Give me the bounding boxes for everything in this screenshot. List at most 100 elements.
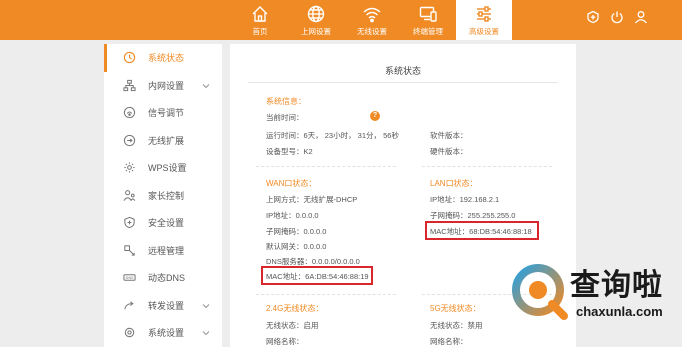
gear-icon bbox=[122, 161, 136, 175]
sidebar-item-ddns[interactable]: DNS 动态DNS bbox=[104, 264, 222, 292]
sidebar-item-remote-management[interactable]: 远程管理 bbox=[104, 237, 222, 265]
globe-icon bbox=[307, 5, 325, 23]
nav-wireless-label: 无线设置 bbox=[357, 27, 387, 36]
watermark-logo: 查询啦 chaxunla.com bbox=[508, 256, 678, 328]
wan-dns-label: DNS服务器： bbox=[266, 257, 312, 266]
sidebar-item-label: 无线扩展 bbox=[148, 135, 185, 146]
sidebar-item-label: 动态DNS bbox=[148, 273, 186, 284]
sidebar-item-label: 安全设置 bbox=[148, 218, 185, 229]
home-icon bbox=[252, 6, 268, 22]
wifi-5g-title: 5G无线状态： bbox=[430, 304, 481, 313]
sidebar-item-system-status[interactable]: 系统状态 bbox=[104, 44, 222, 72]
watermark-url: chaxunla.com bbox=[576, 304, 663, 319]
svg-text:DNS: DNS bbox=[125, 276, 134, 280]
wifi-24g-status-label: 无线状态： bbox=[266, 321, 304, 330]
sidebar-item-security[interactable]: 安全设置 bbox=[104, 209, 222, 237]
devices-icon bbox=[419, 6, 437, 22]
nav-device-management[interactable]: 终端管理 bbox=[400, 0, 456, 40]
sidebar-item-label: 信号调节 bbox=[148, 108, 185, 119]
divider bbox=[422, 166, 552, 167]
sidebar-item-label: 系统状态 bbox=[148, 53, 185, 64]
sliders-icon bbox=[477, 6, 491, 22]
wan-mask-value: 0.0.0.0 bbox=[303, 227, 327, 236]
divider bbox=[256, 166, 396, 167]
current-time-label: 当前时间： bbox=[266, 113, 304, 122]
lan-ip-value: 192.168.2.1 bbox=[459, 195, 500, 204]
uptime-label: 运行时间： bbox=[266, 131, 304, 140]
sidebar-item-label: 系统设置 bbox=[148, 328, 185, 339]
sidebar-item-wireless-extend[interactable]: 无线扩展 bbox=[104, 127, 222, 155]
wan-mac-highlight bbox=[261, 266, 373, 285]
sidebar-item-label: 远程管理 bbox=[148, 245, 185, 256]
nav-home[interactable]: 首页 bbox=[232, 0, 288, 40]
wan-dns-value: 0.0.0.0/0.0.0.0 bbox=[311, 257, 360, 266]
sidebar-item-label: WPS设置 bbox=[148, 163, 187, 174]
software-version-label: 软件版本： bbox=[430, 131, 468, 140]
model-value: K2 bbox=[303, 147, 313, 156]
add-circle-icon[interactable] bbox=[586, 10, 600, 24]
clock-icon bbox=[122, 51, 136, 65]
wan-mode-value: 无线扩展-DHCP bbox=[303, 195, 358, 204]
hardware-version-label: 硬件版本： bbox=[430, 147, 468, 156]
system-info-title: 系统信息： bbox=[266, 97, 306, 106]
user-icon[interactable] bbox=[634, 10, 648, 24]
wan-ip-row: IP地址：0.0.0.0 bbox=[266, 210, 319, 221]
top-right-actions bbox=[586, 10, 648, 24]
wan-mask-row: 子网掩码：0.0.0.0 bbox=[266, 226, 326, 237]
sidebar-item-signal-adjust[interactable]: 信号调节 bbox=[104, 99, 222, 127]
sidebar-item-system-settings[interactable]: 系统设置 bbox=[104, 319, 222, 347]
divider bbox=[248, 82, 558, 83]
shield-icon bbox=[122, 216, 136, 230]
nav-advanced-settings[interactable]: 高级设置 bbox=[456, 0, 512, 40]
nav-advanced-label: 高级设置 bbox=[469, 27, 499, 36]
divider bbox=[256, 294, 396, 295]
nav-home-label: 首页 bbox=[252, 27, 268, 36]
power-icon[interactable] bbox=[610, 10, 624, 24]
wan-status-title: WAN口状态： bbox=[266, 179, 317, 188]
sidebar-item-wps[interactable]: WPS设置 bbox=[104, 154, 222, 182]
network-icon bbox=[122, 78, 136, 92]
lan-ip-label: IP地址： bbox=[430, 195, 460, 204]
sidebar-item-label: 转发设置 bbox=[148, 300, 185, 311]
uptime-row: 运行时间：6天， 23小时， 31分， 56秒 bbox=[266, 130, 399, 141]
lan-mask-row: 子网掩码：255.255.255.0 bbox=[430, 210, 515, 221]
lan-status-title: LAN口状态： bbox=[430, 179, 478, 188]
wan-ip-label: IP地址： bbox=[266, 211, 296, 220]
sidebar-item-label: 内网设置 bbox=[148, 80, 185, 91]
nav-internet-settings[interactable]: 上网设置 bbox=[288, 0, 344, 40]
lan-mac-highlight bbox=[425, 221, 539, 240]
top-navigation-bar: 首页 上网设置 无线设置 终端管理 高级设置 bbox=[0, 0, 682, 40]
main-nav: 首页 上网设置 无线设置 终端管理 高级设置 bbox=[232, 0, 512, 40]
wifi-icon bbox=[363, 7, 381, 23]
wifi-24g-status-value: 启用 bbox=[303, 321, 319, 330]
watermark-text: 查询啦 bbox=[570, 268, 663, 303]
lan-mask-label: 子网掩码： bbox=[430, 211, 468, 220]
wan-gateway-value: 0.0.0.0 bbox=[303, 242, 327, 251]
sidebar-item-forwarding[interactable]: 转发设置 bbox=[104, 292, 222, 320]
chevron-down-icon bbox=[202, 303, 210, 308]
wifi-24g-title: 2.4G无线状态： bbox=[266, 304, 324, 313]
lan-mask-value: 255.255.255.0 bbox=[467, 211, 516, 220]
remote-icon bbox=[122, 243, 136, 257]
model-row: 设备型号：K2 bbox=[266, 146, 313, 157]
wan-gateway-row: 默认网关：0.0.0.0 bbox=[266, 241, 326, 252]
chevron-down-icon bbox=[202, 331, 210, 336]
chevron-down-icon bbox=[202, 83, 210, 88]
nav-wireless-settings[interactable]: 无线设置 bbox=[344, 0, 400, 40]
forward-icon bbox=[122, 298, 136, 312]
watermark-search-icon bbox=[512, 264, 568, 320]
model-label: 设备型号： bbox=[266, 147, 304, 156]
sidebar-item-lan-settings[interactable]: 内网设置 bbox=[104, 72, 222, 100]
settings-icon bbox=[122, 326, 136, 340]
extend-icon bbox=[122, 133, 136, 147]
wifi-5g-status-label: 无线状态： bbox=[430, 321, 468, 330]
wan-mode-label: 上网方式： bbox=[266, 195, 304, 204]
help-icon[interactable]: ? bbox=[370, 111, 380, 121]
wan-ip-value: 0.0.0.0 bbox=[295, 211, 319, 220]
wan-mode-row: 上网方式：无线扩展-DHCP bbox=[266, 194, 357, 205]
wifi-5g-status-value: 禁用 bbox=[467, 321, 483, 330]
wan-gateway-label: 默认网关： bbox=[266, 242, 304, 251]
page-title: 系统状态 bbox=[384, 66, 421, 76]
uptime-value: 6天， 23小时， 31分， 56秒 bbox=[303, 131, 399, 140]
sidebar-item-parental-control[interactable]: 家长控制 bbox=[104, 182, 222, 210]
